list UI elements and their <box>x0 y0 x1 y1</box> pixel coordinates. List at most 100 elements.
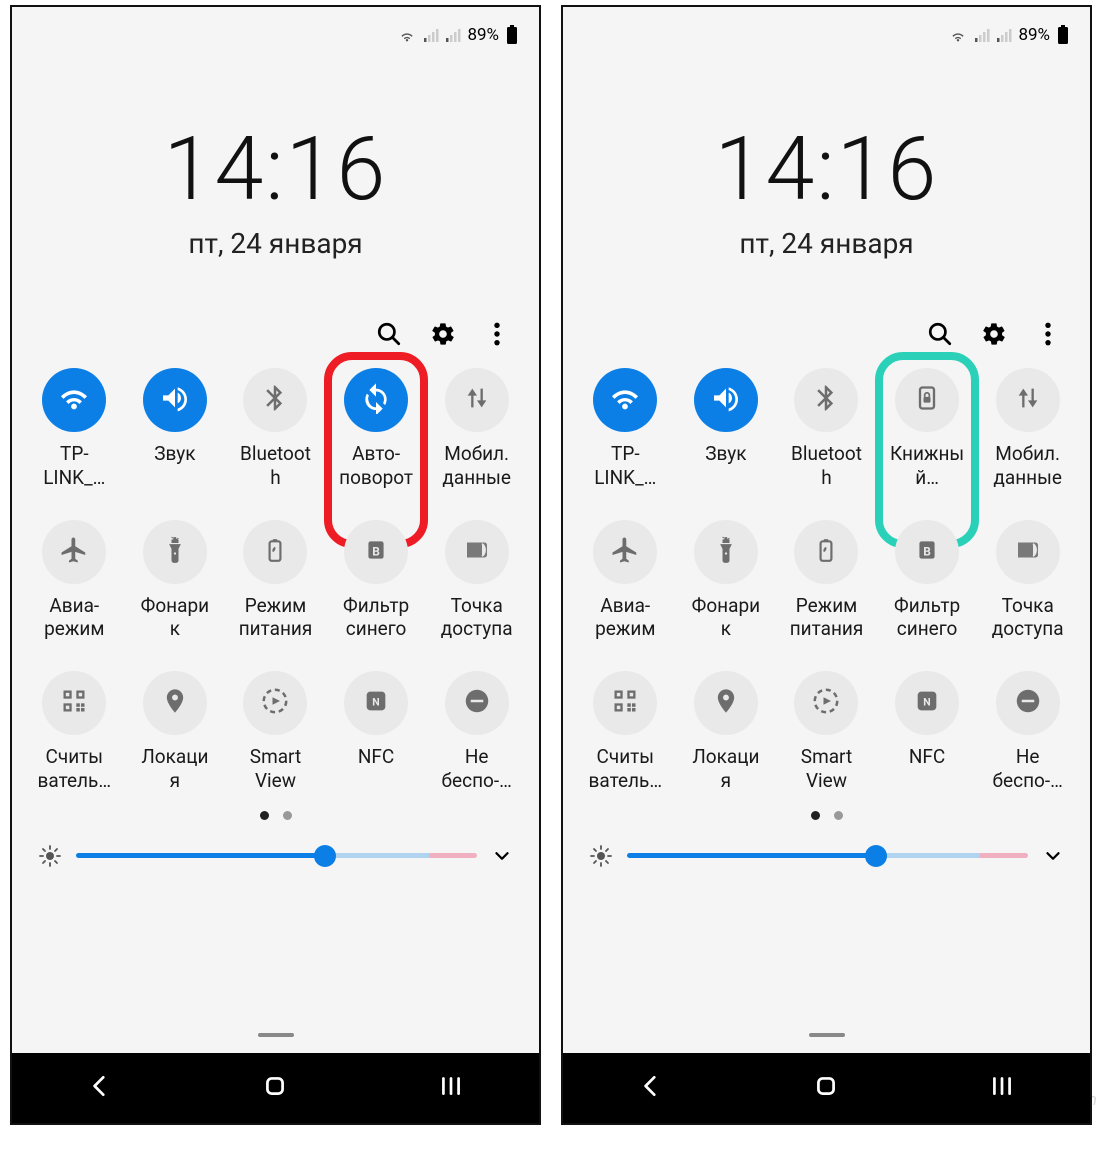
brightness-thumb[interactable] <box>865 845 887 867</box>
qs-tile-airplane: Авиа- режим <box>24 520 125 642</box>
qs-toggle-portrait[interactable] <box>895 368 959 432</box>
hotspot-icon <box>462 535 492 569</box>
qs-toggle-qr[interactable] <box>42 671 106 735</box>
location-icon <box>161 687 189 719</box>
qs-toggle-hotspot[interactable] <box>996 520 1060 584</box>
nfc-icon: N <box>913 687 941 719</box>
qs-toggle-sound[interactable] <box>143 368 207 432</box>
qs-label-dnd: Не беспо-… <box>993 745 1063 793</box>
gear-icon <box>981 321 1007 347</box>
qs-toggle-dnd[interactable] <box>996 671 1060 735</box>
search-icon <box>927 321 953 347</box>
qs-tile-smartview: Smart View <box>776 671 877 793</box>
qs-toggle-mobile[interactable] <box>445 368 509 432</box>
qs-toggle-bluetooth[interactable] <box>243 368 307 432</box>
nav-recents-button[interactable] <box>438 1075 464 1101</box>
qs-tile-sound: Звук <box>676 368 777 490</box>
qs-toggle-dnd[interactable] <box>445 671 509 735</box>
recents-icon <box>438 1075 464 1097</box>
page-dot-1[interactable] <box>811 811 820 820</box>
chevron-down-icon[interactable] <box>491 845 513 867</box>
settings-button[interactable] <box>427 318 459 350</box>
page-dot-1[interactable] <box>260 811 269 820</box>
settings-button[interactable] <box>978 318 1010 350</box>
bluetooth-icon <box>260 383 290 417</box>
page-dot-2[interactable] <box>834 811 843 820</box>
page-dot-2[interactable] <box>283 811 292 820</box>
phone-screenshot-0: 89% 14:16 пт, 24 января <box>10 5 541 1125</box>
qs-tile-bluetooth: Bluetoot h <box>776 368 877 490</box>
qs-tiles-grid: TP- LINK_… Звук Bluetoot h <box>12 368 539 793</box>
panel-handle-area <box>12 1017 539 1053</box>
clock-date: пт, 24 января <box>12 227 539 260</box>
signal-2-icon <box>996 27 1012 43</box>
qs-toggle-bluefilter[interactable]: B <box>895 520 959 584</box>
qs-tile-mobile: Мобил. данные <box>426 368 527 490</box>
qs-tile-power: Режим питания <box>225 520 326 642</box>
battery-percent: 89% <box>467 25 499 45</box>
back-icon <box>638 1073 664 1099</box>
chevron-down-icon[interactable] <box>1042 845 1064 867</box>
dnd-icon <box>462 686 492 720</box>
qs-tile-smartview: Smart View <box>225 671 326 793</box>
more-button[interactable] <box>1032 318 1064 350</box>
volume-icon <box>159 382 191 418</box>
qs-toggle-sound[interactable] <box>694 368 758 432</box>
qs-tiles-grid: TP- LINK_… Звук Bluetoot h <box>563 368 1090 793</box>
qs-toggle-location[interactable] <box>143 671 207 735</box>
qs-toggle-wifi[interactable] <box>42 368 106 432</box>
qs-label-bluefilter: Фильтр синего <box>894 594 960 642</box>
qs-toggle-wifi[interactable] <box>593 368 657 432</box>
brightness-slider[interactable] <box>627 853 1028 858</box>
nav-back-button[interactable] <box>638 1073 664 1103</box>
qs-toggle-airplane[interactable] <box>42 520 106 584</box>
qs-toggle-rotate[interactable] <box>344 368 408 432</box>
svg-text:B: B <box>923 544 931 558</box>
qr-icon <box>611 687 639 719</box>
panel-handle[interactable] <box>809 1033 845 1037</box>
airplane-icon <box>610 535 640 569</box>
qs-tile-airplane: Авиа- режим <box>575 520 676 642</box>
qs-toggle-airplane[interactable] <box>593 520 657 584</box>
search-button[interactable] <box>924 318 956 350</box>
qs-toggle-qr[interactable] <box>593 671 657 735</box>
status-bar: 89% <box>563 7 1090 63</box>
qs-toggle-flash[interactable] <box>694 520 758 584</box>
clock-date: пт, 24 января <box>563 227 1090 260</box>
qs-toggle-nfc[interactable]: N <box>895 671 959 735</box>
qs-toggle-hotspot[interactable] <box>445 520 509 584</box>
qs-toggle-flash[interactable] <box>143 520 207 584</box>
more-button[interactable] <box>481 318 513 350</box>
wifi-status-icon <box>397 27 417 43</box>
qs-tile-flash: Фонари к <box>125 520 226 642</box>
nav-home-button[interactable] <box>813 1073 839 1103</box>
qs-toggle-bluetooth[interactable] <box>794 368 858 432</box>
smartview-icon <box>260 686 290 720</box>
qs-tile-nfc: N NFC <box>877 671 978 793</box>
search-button[interactable] <box>373 318 405 350</box>
qs-label-smartview: Smart View <box>250 745 301 793</box>
qs-toggle-bluefilter[interactable]: B <box>344 520 408 584</box>
search-icon <box>376 321 402 347</box>
qs-toggle-power[interactable] <box>794 520 858 584</box>
blue-filter-icon: B <box>914 537 940 567</box>
qs-tile-wifi: TP- LINK_… <box>24 368 125 490</box>
qs-label-mobile: Мобил. данные <box>442 442 511 490</box>
nav-home-button[interactable] <box>262 1073 288 1103</box>
brightness-thumb[interactable] <box>314 845 336 867</box>
qs-tile-location: Локаци я <box>676 671 777 793</box>
home-icon <box>262 1073 288 1099</box>
battery-leaf-icon <box>813 537 839 567</box>
qs-toggle-power[interactable] <box>243 520 307 584</box>
clock-area: 14:16 пт, 24 января <box>563 118 1090 260</box>
qs-action-row <box>563 318 1090 350</box>
qs-toggle-smartview[interactable] <box>243 671 307 735</box>
brightness-slider[interactable] <box>76 853 477 858</box>
qs-toggle-location[interactable] <box>694 671 758 735</box>
qs-toggle-mobile[interactable] <box>996 368 1060 432</box>
nav-back-button[interactable] <box>87 1073 113 1103</box>
qs-toggle-smartview[interactable] <box>794 671 858 735</box>
panel-handle[interactable] <box>258 1033 294 1037</box>
qs-toggle-nfc[interactable]: N <box>344 671 408 735</box>
qs-label-sound: Звук <box>705 442 746 466</box>
